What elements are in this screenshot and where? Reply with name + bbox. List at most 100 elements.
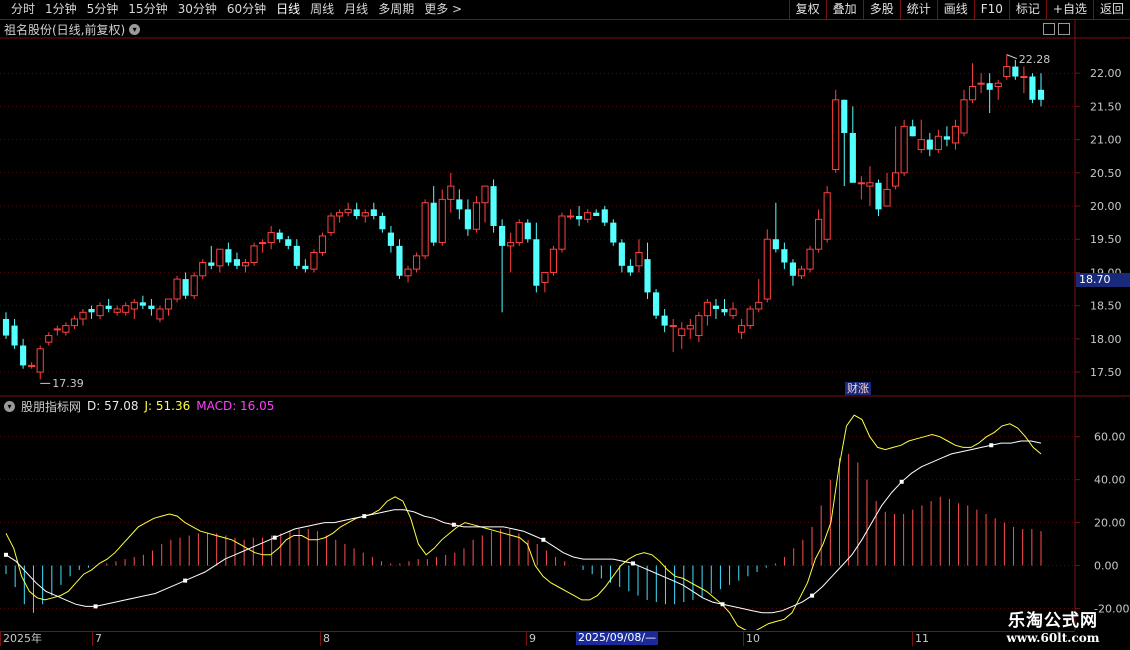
candle-body [490, 186, 497, 226]
candle-body [250, 245, 258, 263]
chevron-down-icon[interactable]: ▾ [4, 400, 15, 412]
date-label: 11 [912, 632, 929, 646]
y-tick-label: 22.00 [1090, 67, 1122, 80]
date-label: 10 [743, 632, 760, 646]
indicator-name[interactable]: 股朋指标网 [21, 398, 81, 415]
candle-body [960, 99, 968, 134]
candle-body [190, 275, 198, 297]
d-point [451, 522, 456, 527]
candle-body [404, 268, 412, 277]
candle-body [576, 216, 583, 220]
candle-body [883, 188, 891, 207]
watermark-url: www.60lt.com [1006, 631, 1100, 645]
candle-body [866, 182, 874, 187]
candle-body [122, 305, 130, 313]
candle-body [285, 239, 292, 246]
candle-body [610, 222, 617, 243]
candle-body [318, 235, 327, 254]
candle-body [943, 136, 950, 140]
candle-body [259, 242, 267, 245]
candle-body [1020, 76, 1028, 79]
candle-body [438, 198, 446, 244]
y-tick-label: 17.50 [1090, 366, 1122, 379]
d-point [183, 578, 188, 583]
d-point [4, 552, 8, 557]
macd-value: MACD: 16.05 [196, 399, 275, 413]
low-price-marker: 17.39 [52, 377, 84, 391]
candle-body [875, 182, 882, 210]
candlestick-chart[interactable]: 22.0021.5021.0020.5020.0019.5019.0018.50… [0, 0, 1130, 630]
candle-body [62, 325, 70, 333]
candle-body [763, 238, 771, 300]
candle-body [267, 232, 275, 244]
y-tick-label: 21.00 [1090, 134, 1122, 147]
candle-body [857, 182, 865, 185]
date-axis: 2025年 7 8 9 10 11 [0, 631, 1075, 646]
candle-body [584, 212, 592, 220]
candle-body [2, 318, 10, 336]
candle-body [524, 222, 531, 240]
candle-body [412, 255, 421, 270]
candle-body [216, 248, 224, 267]
candle-body [746, 308, 754, 327]
candle-body [199, 261, 207, 277]
date-label: 7 [92, 632, 102, 646]
candle-body [849, 132, 856, 183]
candle-body [276, 232, 283, 240]
d-point [272, 535, 277, 540]
indicator-legend: ▾ 股朋指标网 D: 57.08 J: 51.36 MACD: 16.05 [4, 398, 274, 414]
candle-body [712, 305, 720, 309]
candle-body [841, 99, 848, 133]
d-point [899, 479, 904, 484]
candle-body [755, 301, 763, 310]
candle-body [926, 139, 933, 150]
candle-body [823, 192, 831, 240]
candle-body [601, 209, 608, 223]
high-price-marker: 22.28 [1018, 52, 1051, 66]
candle-body [105, 305, 112, 309]
candle-body [225, 249, 232, 263]
candle-body [464, 209, 471, 230]
event-tag[interactable]: 财涨 [845, 382, 871, 395]
candle-body [533, 239, 540, 286]
candle-body [336, 212, 344, 217]
candle-body [686, 325, 694, 330]
candle-body [139, 302, 146, 306]
candle-body [541, 271, 549, 283]
candle-body [88, 308, 95, 313]
candle-body [79, 311, 87, 320]
y-tick-label: 21.50 [1090, 100, 1122, 113]
candle-body [678, 328, 686, 337]
date-label: 8 [320, 632, 330, 646]
candle-body [729, 308, 737, 317]
candle-body [558, 215, 566, 250]
candle-body [208, 262, 215, 266]
candle-body [934, 135, 942, 151]
candle-body [917, 139, 925, 151]
d-point [541, 537, 546, 542]
candle-body [515, 222, 523, 244]
candle-body [53, 328, 61, 331]
j-value: J: 51.36 [144, 399, 191, 413]
candle-body [1012, 66, 1019, 77]
candle-body [661, 315, 668, 326]
candle-body [173, 278, 181, 300]
candle-body [977, 82, 985, 85]
candle-body [45, 335, 53, 343]
d-point [93, 604, 98, 609]
candle-body [1029, 76, 1036, 100]
candle-body [241, 261, 250, 267]
candle-body [430, 202, 437, 243]
candle-body [36, 348, 44, 373]
candle-body [566, 215, 575, 218]
y-tick-label: 20.50 [1090, 167, 1122, 180]
candle-body [182, 279, 189, 296]
candle-body [302, 265, 309, 270]
candle-body [994, 82, 1002, 87]
candle-body [618, 242, 625, 266]
date-label: 9 [526, 632, 536, 646]
candle-body [421, 202, 429, 257]
d-point [630, 561, 635, 566]
cursor-date: 2025/09/08/— [576, 631, 659, 645]
y-tick-label: 20.00 [1090, 200, 1122, 213]
